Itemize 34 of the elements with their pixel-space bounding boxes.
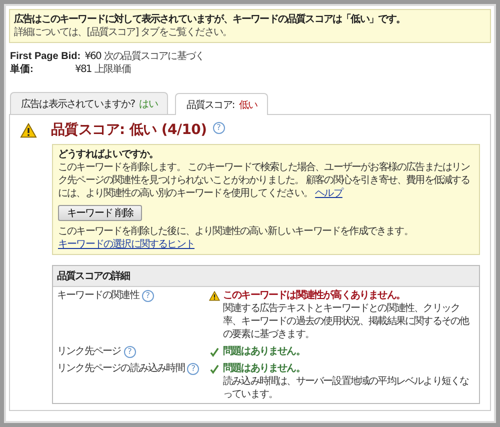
bid-label: 単価:	[10, 63, 34, 76]
bid-note: 上限単価	[94, 63, 131, 76]
tab[interactable]: 品質スコア: 低い	[175, 93, 268, 115]
detail-label: リンク先ページ	[57, 345, 121, 358]
detail-explanation: 読み込み時間は、サーバー設置地域の平均レベルより短くなっています。	[222, 375, 470, 401]
warning-icon	[20, 122, 37, 138]
notice-headline: 広告はこのキーワードに対して表示されていますが、キーワードの品質スコアは「低い」です。	[14, 13, 406, 26]
help-link[interactable]: ヘルプ	[315, 188, 342, 199]
advice-heading: どうすればよいですか。	[58, 148, 160, 161]
details-heading: 品質スコアの詳細	[53, 266, 479, 287]
checkmark-icon	[209, 346, 220, 356]
delete-keyword-button[interactable]: キーワード 削除	[58, 205, 142, 221]
help-icon[interactable]: ?	[124, 346, 136, 358]
detail-explanation: 関連する広告テキストとキーワードとの関連性、クリック率、キーワードの過去の使用状況、掲載結果に関するその他の要素に基づきます。	[222, 302, 470, 341]
tab[interactable]: 広告は表示されていますか? はい	[10, 92, 168, 114]
bid-label: First Page Bid:	[10, 50, 81, 63]
quality-score-title: 品質スコア: 低い (4/10)	[51, 121, 207, 139]
detail-verdict: 問題はありません。	[223, 345, 305, 358]
help-icon[interactable]: ?	[212, 122, 225, 134]
notice-detail: 詳細については、[品質スコア] タブをご覧ください。	[14, 26, 233, 39]
bid-value: ¥60	[84, 50, 101, 63]
advice-footer: このキーワードを削除した後に、より関連性の高い新しいキーワードを作成できます。 キーワードの選択に関するヒント	[58, 225, 474, 251]
bid-value: ¥81	[75, 63, 92, 76]
bid-note: 次の品質スコアに基づく	[104, 50, 204, 63]
help-icon[interactable]: ?	[142, 290, 154, 302]
detail-verdict: 問題はありません。	[223, 362, 305, 375]
advice-text: このキーワードを削除します。 このキーワードで検索した場合、ユーザーがお客様の広告またはリンク先ページの関連性を見つけられないことがわかりました。 顧客の関心を引き寄せ、費用を低減するには、より関連性の高い別のキーワードを使用してください。 ヘルプ	[58, 161, 471, 200]
detail-label: キーワードの関連性	[57, 289, 139, 302]
tips-link[interactable]: キーワードの選択に関するヒント	[58, 239, 195, 250]
detail-verdict: このキーワードは関連性が高くありません。	[223, 289, 406, 302]
warning-icon	[209, 290, 220, 300]
detail-label: リンク先ページの読み込み時間	[57, 362, 184, 375]
checkmark-icon	[209, 364, 220, 374]
help-icon[interactable]: ?	[187, 363, 200, 375]
